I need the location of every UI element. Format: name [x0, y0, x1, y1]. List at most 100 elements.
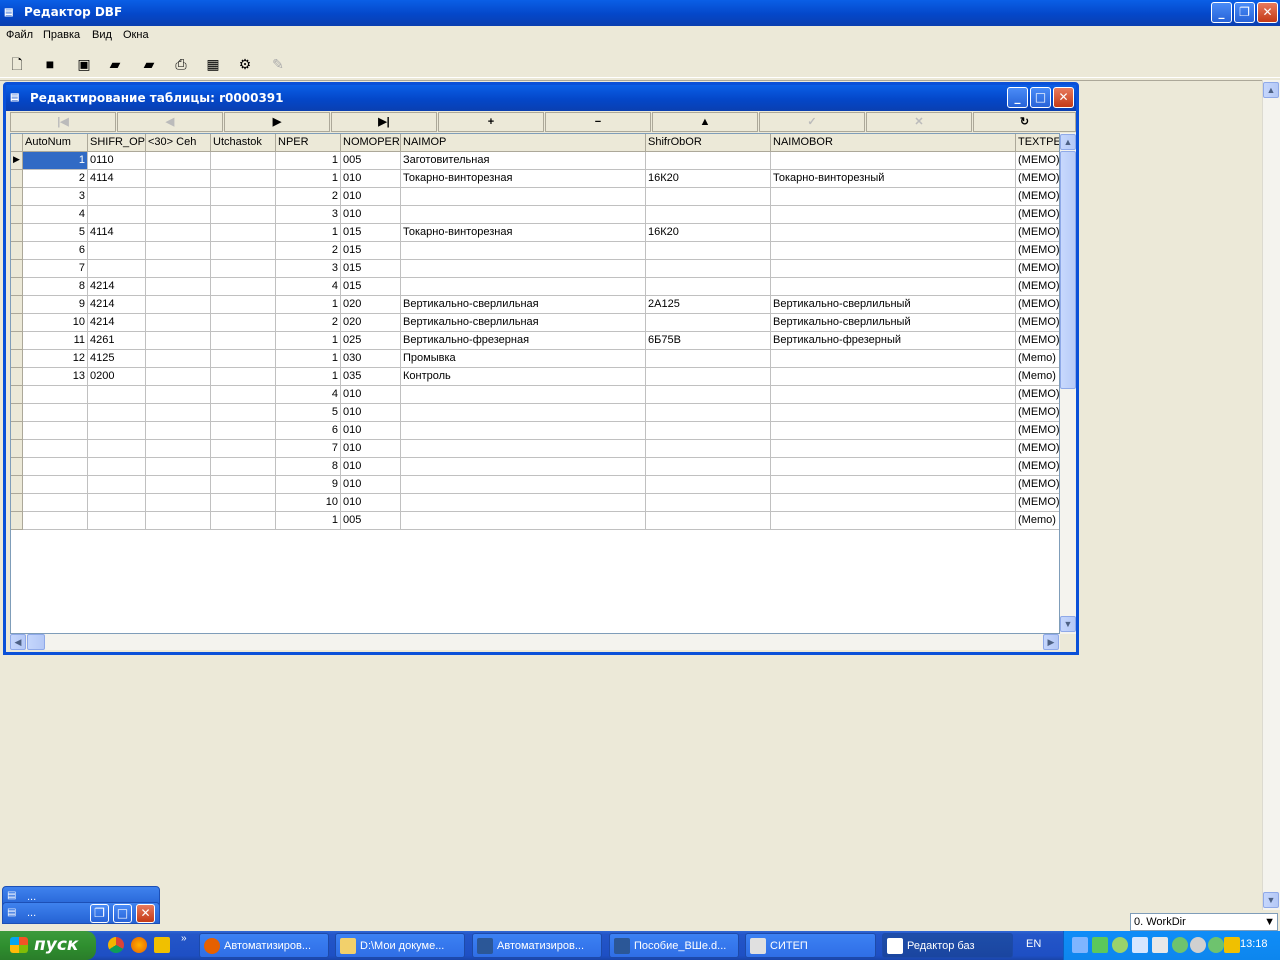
cell-shifrobor[interactable]: [646, 440, 771, 458]
cell-utchastok[interactable]: [211, 440, 276, 458]
cell-shifr-op[interactable]: 4114: [88, 170, 146, 188]
task-dbf-editor[interactable]: Редактор баз: [882, 933, 1013, 958]
cell-shifrobor[interactable]: [646, 476, 771, 494]
cell-shifrobor[interactable]: [646, 260, 771, 278]
cell-shifrobor[interactable]: [646, 278, 771, 296]
cell-textpe[interactable]: (MEMO): [1016, 188, 1059, 206]
nav-prior-button[interactable]: ◀: [117, 112, 223, 132]
cell-utchastok[interactable]: [211, 278, 276, 296]
cell-utchastok[interactable]: [211, 494, 276, 512]
cell-shifrobor[interactable]: [646, 386, 771, 404]
cell-shifrobor[interactable]: [646, 368, 771, 386]
open-folder-star-icon[interactable]: ▰: [139, 54, 159, 74]
cell-shifr-op[interactable]: [88, 260, 146, 278]
min2-maximize-button[interactable]: □: [113, 904, 132, 923]
new-file-icon[interactable]: 🗋: [7, 54, 27, 74]
cell-nper[interactable]: 1: [276, 170, 341, 188]
cell-shifr-op[interactable]: 4114: [88, 224, 146, 242]
cell-naimobor[interactable]: [771, 422, 1016, 440]
cell-nomoper[interactable]: 010: [341, 476, 401, 494]
cell-ceh[interactable]: [146, 170, 211, 188]
cell-naimop[interactable]: [401, 512, 646, 530]
cell-naimobor[interactable]: [771, 188, 1016, 206]
cell-nomoper[interactable]: 030: [341, 350, 401, 368]
cell-nomoper[interactable]: 035: [341, 368, 401, 386]
row-indicator[interactable]: [11, 494, 23, 512]
cell-naimop[interactable]: [401, 386, 646, 404]
cell-shifrobor[interactable]: [646, 242, 771, 260]
cell-shifr-op[interactable]: 0110: [88, 152, 146, 170]
cell-naimop[interactable]: [401, 260, 646, 278]
cell-shifr-op[interactable]: [88, 188, 146, 206]
cell-naimobor[interactable]: [771, 494, 1016, 512]
nav-insert-button[interactable]: +: [438, 112, 544, 132]
nav-next-button[interactable]: ▶: [224, 112, 330, 132]
cell-ceh[interactable]: [146, 494, 211, 512]
grid-scroll-left-icon[interactable]: ◀: [10, 634, 26, 650]
row-indicator[interactable]: [11, 260, 23, 278]
cell-shifr-op[interactable]: 0200: [88, 368, 146, 386]
cell-utchastok[interactable]: [211, 188, 276, 206]
col-header-shifr-op[interactable]: SHIFR_OP: [88, 134, 146, 152]
cell-autonum[interactable]: 12: [23, 350, 88, 368]
cell-shifrobor[interactable]: [646, 458, 771, 476]
print-icon[interactable]: ⎙: [171, 54, 191, 74]
menu-windows[interactable]: Окна: [123, 29, 149, 41]
mouse-icon[interactable]: [1152, 937, 1168, 953]
cell-utchastok[interactable]: [211, 332, 276, 350]
cell-nomoper[interactable]: 015: [341, 278, 401, 296]
cell-naimop[interactable]: [401, 404, 646, 422]
cell-shifrobor[interactable]: [646, 314, 771, 332]
cell-shifr-op[interactable]: 4214: [88, 314, 146, 332]
cell-ceh[interactable]: [146, 386, 211, 404]
nav-first-button[interactable]: |◀: [10, 112, 116, 132]
cell-autonum[interactable]: 11: [23, 332, 88, 350]
cell-autonum[interactable]: 2: [23, 170, 88, 188]
save-icon[interactable]: ■: [40, 54, 60, 74]
grid-horizontal-scrollbar[interactable]: ◀ ▶: [10, 634, 1060, 650]
cell-utchastok[interactable]: [211, 224, 276, 242]
cell-nomoper[interactable]: 010: [341, 458, 401, 476]
cell-utchastok[interactable]: [211, 368, 276, 386]
cell-naimobor[interactable]: Токарно-винторезный: [771, 170, 1016, 188]
grid-scroll-up-icon[interactable]: ▲: [1060, 134, 1076, 150]
grid-hscroll-thumb[interactable]: [27, 634, 45, 650]
cell-naimop[interactable]: Токарно-винторезная: [401, 224, 646, 242]
cell-nomoper[interactable]: 025: [341, 332, 401, 350]
cell-naimobor[interactable]: Вертикально-сверлильный: [771, 296, 1016, 314]
cell-shifr-op[interactable]: [88, 476, 146, 494]
row-indicator[interactable]: [11, 350, 23, 368]
cell-utchastok[interactable]: [211, 458, 276, 476]
cell-utchastok[interactable]: [211, 170, 276, 188]
cell-autonum[interactable]: [23, 404, 88, 422]
cell-textpe[interactable]: (MEMO): [1016, 296, 1059, 314]
cell-autonum[interactable]: 8: [23, 278, 88, 296]
minimize-button[interactable]: _: [1211, 2, 1232, 23]
cell-naimop[interactable]: Промывка: [401, 350, 646, 368]
main-vertical-scrollbar[interactable]: ▲ ▼: [1262, 80, 1280, 910]
cell-naimop[interactable]: Токарно-винторезная: [401, 170, 646, 188]
cell-nomoper[interactable]: 010: [341, 386, 401, 404]
cell-nomoper[interactable]: 010: [341, 404, 401, 422]
cell-naimobor[interactable]: [771, 242, 1016, 260]
cell-naimobor[interactable]: [771, 458, 1016, 476]
cell-textpe[interactable]: (MEMO): [1016, 242, 1059, 260]
col-header-naimobor[interactable]: NAIMOBOR: [771, 134, 1016, 152]
menu-edit[interactable]: Правка: [43, 29, 80, 41]
cell-autonum[interactable]: 1: [23, 152, 88, 170]
cell-nper[interactable]: 1: [276, 368, 341, 386]
cell-utchastok[interactable]: [211, 206, 276, 224]
grid-scroll-thumb[interactable]: [1060, 151, 1076, 389]
col-header-shifrobor[interactable]: ShifrObOR: [646, 134, 771, 152]
cell-shifr-op[interactable]: [88, 206, 146, 224]
row-indicator[interactable]: [11, 458, 23, 476]
cell-ceh[interactable]: [146, 512, 211, 530]
save-all-icon[interactable]: ▣: [74, 54, 94, 74]
cell-naimobor[interactable]: [771, 152, 1016, 170]
cell-naimop[interactable]: [401, 494, 646, 512]
nav-delete-button[interactable]: −: [545, 112, 651, 132]
col-header-naimop[interactable]: NAIMOP: [401, 134, 646, 152]
cell-nper[interactable]: 1: [276, 350, 341, 368]
cell-shifrobor[interactable]: [646, 494, 771, 512]
cell-autonum[interactable]: 13: [23, 368, 88, 386]
